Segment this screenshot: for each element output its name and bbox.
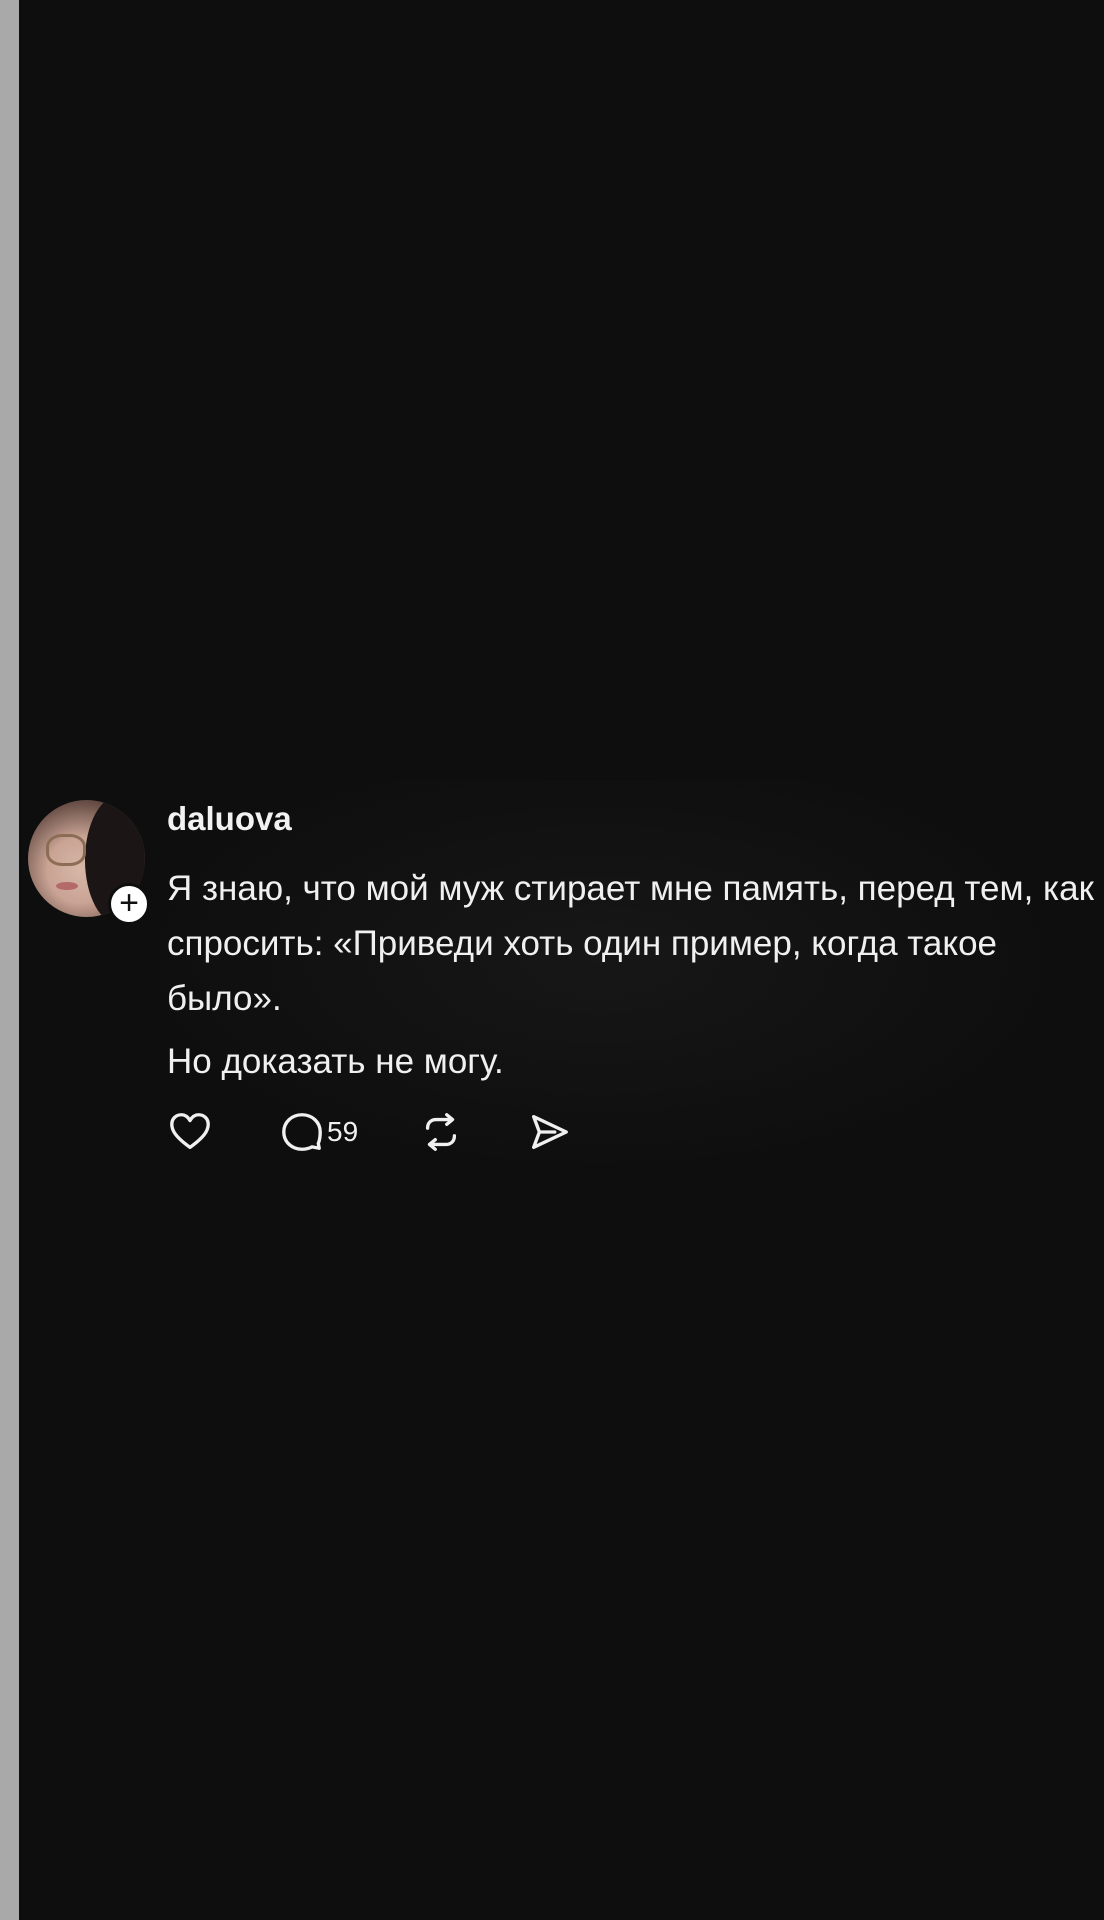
screen: + daluova Я знаю, что мой муж стирает мн… — [0, 0, 1104, 1920]
heart-icon — [170, 1113, 210, 1150]
username[interactable]: daluova — [167, 800, 292, 838]
comment-bubble-icon — [282, 1113, 322, 1151]
thread-post: + daluova Я знаю, что мой муж стирает мн… — [0, 780, 1104, 1180]
like-button[interactable] — [167, 1109, 213, 1155]
reply-button[interactable]: 59 — [279, 1109, 358, 1155]
post-paragraph-1: Я знаю, что мой муж стирает мне память, … — [167, 869, 1094, 1018]
repost-icon — [426, 1113, 457, 1151]
avatar-glasses — [46, 834, 86, 866]
post-paragraph-2: Но доказать не могу. — [167, 1042, 504, 1081]
follow-plus-icon[interactable]: + — [108, 883, 150, 925]
post-text: Я знаю, что мой муж стирает мне память, … — [167, 861, 1097, 1097]
action-bar: 59 — [167, 1108, 572, 1156]
avatar-lips — [56, 882, 78, 890]
send-icon — [532, 1114, 569, 1150]
share-button[interactable] — [526, 1109, 572, 1155]
reply-count: 59 — [327, 1116, 359, 1147]
repost-button[interactable] — [418, 1109, 464, 1155]
